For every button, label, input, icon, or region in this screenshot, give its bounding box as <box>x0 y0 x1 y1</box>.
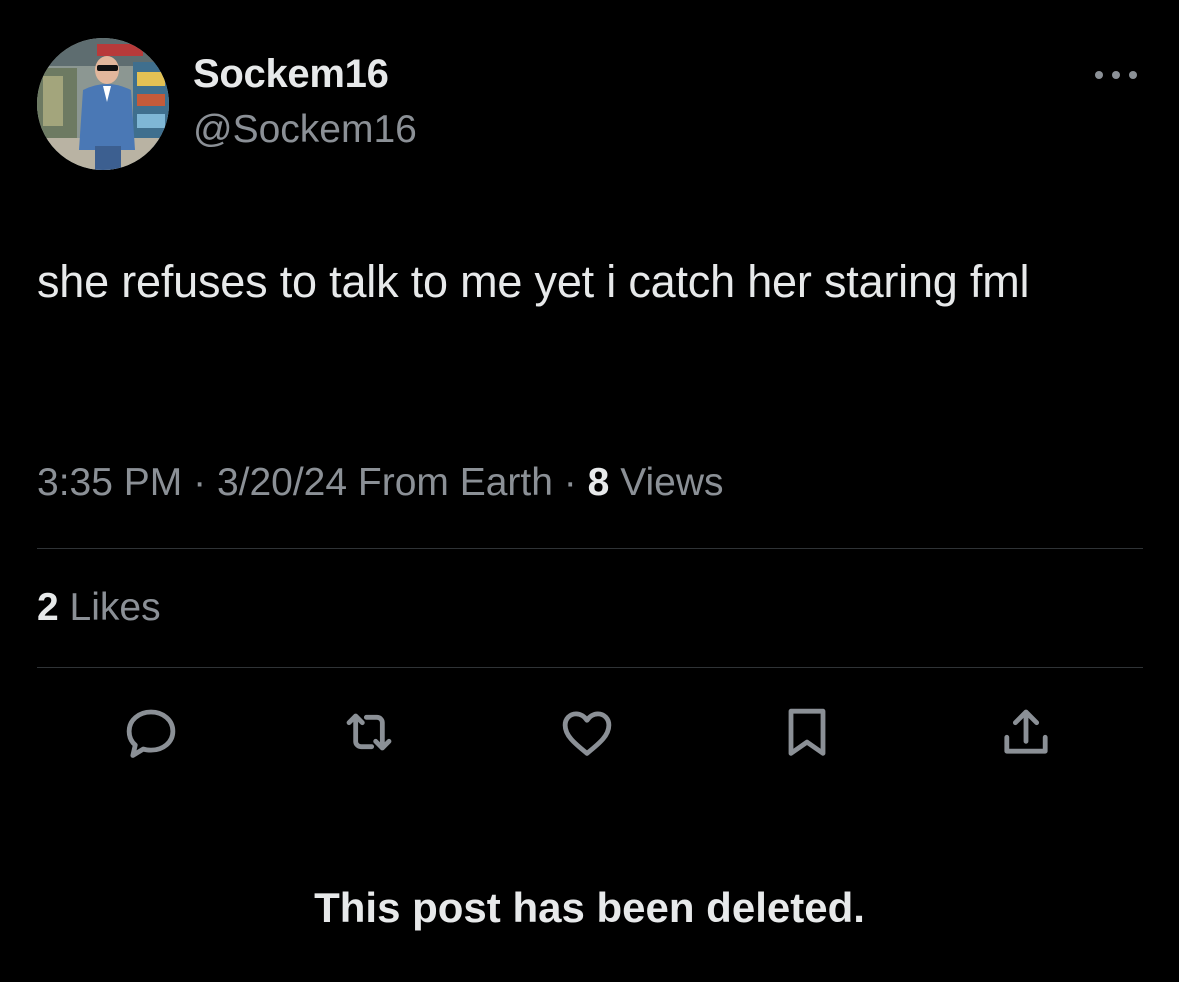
avatar-photo <box>37 38 169 170</box>
post-text: she refuses to talk to me yet i catch he… <box>37 256 1030 307</box>
share-icon <box>1004 709 1048 754</box>
likes-summary[interactable]: 2 Likes <box>37 586 161 630</box>
meta-separator: · <box>193 461 207 504</box>
divider <box>37 667 1143 668</box>
repost-button[interactable] <box>337 700 401 764</box>
like-button[interactable] <box>555 700 619 764</box>
post-source: From Earth <box>357 461 553 504</box>
likes-count: 2 <box>37 586 59 629</box>
post-metadata: 3:35 PM · 3/20/24 From Earth · 8 Views <box>37 461 724 505</box>
post-detail: Sockem16 @Sockem16 she refuses to talk t… <box>0 0 1179 982</box>
likes-label: Likes <box>69 586 161 629</box>
author-display-name[interactable]: Sockem16 <box>193 52 389 97</box>
more-icon <box>1095 71 1137 79</box>
author-handle[interactable]: @Sockem16 <box>193 108 417 152</box>
views-count: 8 <box>587 461 610 504</box>
avatar[interactable] <box>37 38 169 170</box>
post-time[interactable]: 3:35 PM <box>37 461 182 504</box>
divider <box>37 548 1143 549</box>
deleted-notice: This post has been deleted. <box>314 884 865 931</box>
more-options-button[interactable] <box>1090 60 1142 90</box>
meta-separator: · <box>563 461 577 504</box>
bookmark-icon <box>788 708 826 756</box>
views-label: Views <box>620 461 724 504</box>
share-button[interactable] <box>994 700 1058 764</box>
like-icon <box>562 711 612 756</box>
reply-icon <box>126 709 176 758</box>
bookmark-button[interactable] <box>775 700 839 764</box>
repost-icon <box>346 713 392 751</box>
post-date[interactable]: 3/20/24 <box>217 461 347 504</box>
reply-button[interactable] <box>119 700 183 764</box>
